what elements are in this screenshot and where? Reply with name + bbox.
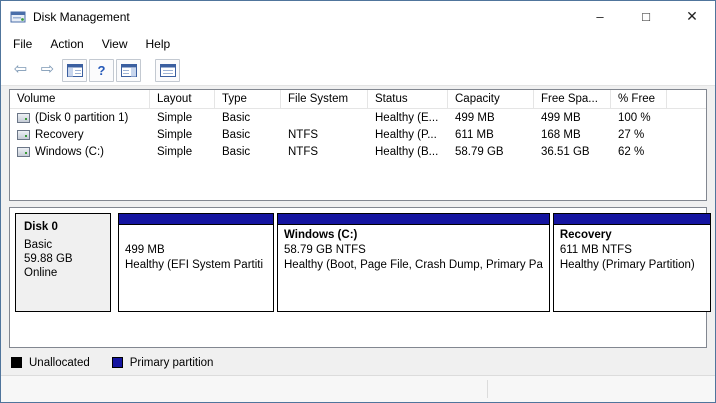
volume-row-disk0-partition1[interactable]: (Disk 0 partition 1) Simple Basic Health… (10, 109, 706, 126)
graphical-view-pane: Disk 0 Basic 59.88 GB Online 499 MB Heal… (9, 207, 707, 348)
cell-volume: (Disk 0 partition 1) (35, 112, 128, 124)
maximize-button[interactable]: □ (623, 1, 669, 32)
volume-icon (17, 113, 30, 123)
cell-free-space: 168 MB (534, 129, 611, 141)
properties-icon (160, 64, 176, 77)
legend-label: Primary partition (130, 357, 214, 369)
cell-type: Basic (215, 129, 281, 141)
legend-item-unallocated: Unallocated (11, 357, 90, 369)
show-console-tree-button[interactable] (62, 59, 87, 82)
back-icon: ⇦ (14, 62, 27, 78)
legend-item-primary-partition: Primary partition (112, 357, 214, 369)
status-bar (1, 375, 715, 402)
menu-item-view[interactable]: View (93, 34, 137, 54)
menubar: File Action View Help (1, 32, 715, 55)
cell-capacity: 58.79 GB (448, 146, 534, 158)
show-action-pane-icon (121, 64, 137, 77)
cell-layout: Simple (150, 112, 215, 124)
column-header-capacity[interactable]: Capacity (448, 90, 534, 108)
cell-volume: Recovery (35, 129, 84, 141)
close-button[interactable]: ✕ (669, 1, 715, 32)
unallocated-swatch (11, 357, 22, 368)
forward-button[interactable]: ⇨ (35, 59, 60, 82)
disk-type: Basic (24, 238, 102, 252)
volume-icon (17, 130, 30, 140)
toolbar: ⇦ ⇨ ? (1, 55, 715, 86)
titlebar[interactable]: Disk Management – □ ✕ (1, 1, 715, 32)
show-action-pane-button[interactable] (116, 59, 141, 82)
menu-item-help[interactable]: Help (137, 34, 180, 54)
column-header-type[interactable]: Type (215, 90, 281, 108)
cell-type: Basic (215, 146, 281, 158)
partition-title (125, 228, 267, 243)
partition-color-bar (278, 214, 549, 225)
forward-icon: ⇨ (41, 62, 54, 78)
disk-size: 59.88 GB (24, 252, 102, 266)
partition-recovery[interactable]: Recovery 611 MB NTFS Healthy (Primary Pa… (553, 213, 711, 312)
volume-icon (17, 147, 30, 157)
disk-management-window: Disk Management – □ ✕ File Action View H… (0, 0, 716, 403)
partition-size: 611 MB NTFS (560, 243, 704, 258)
back-button[interactable]: ⇦ (8, 59, 33, 82)
column-header-filler (667, 90, 706, 108)
partition-size: 58.79 GB NTFS (284, 243, 543, 258)
partition-title: Recovery (560, 228, 704, 243)
cell-file-system: NTFS (281, 146, 368, 158)
cell-status: Healthy (P... (368, 129, 448, 141)
cell-percent-free: 27 % (611, 129, 667, 141)
disk-0-strip: Disk 0 Basic 59.88 GB Online 499 MB Heal… (15, 213, 701, 312)
status-bar-separator (487, 380, 488, 398)
cell-free-space: 499 MB (534, 112, 611, 124)
partitions-row: 499 MB Healthy (EFI System Partiti Windo… (118, 213, 711, 312)
app-icon (10, 9, 26, 25)
partition-title: Windows (C:) (284, 228, 543, 243)
volume-list-header: Volume Layout Type File System Status Ca… (10, 90, 706, 109)
cell-percent-free: 100 % (611, 112, 667, 124)
window-title: Disk Management (33, 10, 130, 24)
column-header-percent-free[interactable]: % Free (611, 90, 667, 108)
cell-capacity: 499 MB (448, 112, 534, 124)
cell-file-system: NTFS (281, 129, 368, 141)
cell-volume: Windows (C:) (35, 146, 104, 158)
menu-item-action[interactable]: Action (41, 34, 92, 54)
help-icon: ? (98, 64, 106, 77)
partition-windows-c[interactable]: Windows (C:) 58.79 GB NTFS Healthy (Boot… (277, 213, 550, 312)
partition-efi-system[interactable]: 499 MB Healthy (EFI System Partiti (118, 213, 274, 312)
help-button[interactable]: ? (89, 59, 114, 82)
console-tree-icon (67, 64, 83, 77)
primary-partition-swatch (112, 357, 123, 368)
partition-status: Healthy (EFI System Partiti (125, 258, 267, 273)
partition-color-bar (554, 214, 710, 225)
disk-status: Online (24, 266, 102, 280)
cell-capacity: 611 MB (448, 129, 534, 141)
partition-size: 499 MB (125, 243, 267, 258)
partition-color-bar (119, 214, 273, 225)
partition-status: Healthy (Boot, Page File, Crash Dump, Pr… (284, 258, 543, 273)
column-header-file-system[interactable]: File System (281, 90, 368, 108)
minimize-button[interactable]: – (577, 1, 623, 32)
cell-type: Basic (215, 112, 281, 124)
volume-row-windows-c[interactable]: Windows (C:) Simple Basic NTFS Healthy (… (10, 143, 706, 160)
volume-row-recovery[interactable]: Recovery Simple Basic NTFS Healthy (P...… (10, 126, 706, 143)
legend-label: Unallocated (29, 357, 90, 369)
disk-0-panel[interactable]: Disk 0 Basic 59.88 GB Online (15, 213, 111, 312)
menu-item-file[interactable]: File (4, 34, 41, 54)
column-header-layout[interactable]: Layout (150, 90, 215, 108)
legend-bar: Unallocated Primary partition (1, 352, 715, 373)
volume-list-pane: Volume Layout Type File System Status Ca… (9, 89, 707, 201)
properties-button[interactable] (155, 59, 180, 82)
column-header-status[interactable]: Status (368, 90, 448, 108)
cell-status: Healthy (B... (368, 146, 448, 158)
cell-percent-free: 62 % (611, 146, 667, 158)
cell-status: Healthy (E... (368, 112, 448, 124)
cell-layout: Simple (150, 129, 215, 141)
partition-status: Healthy (Primary Partition) (560, 258, 704, 273)
column-header-free-space[interactable]: Free Spa... (534, 90, 611, 108)
column-header-volume[interactable]: Volume (10, 90, 150, 108)
cell-free-space: 36.51 GB (534, 146, 611, 158)
cell-layout: Simple (150, 146, 215, 158)
disk-name: Disk 0 (24, 221, 102, 233)
